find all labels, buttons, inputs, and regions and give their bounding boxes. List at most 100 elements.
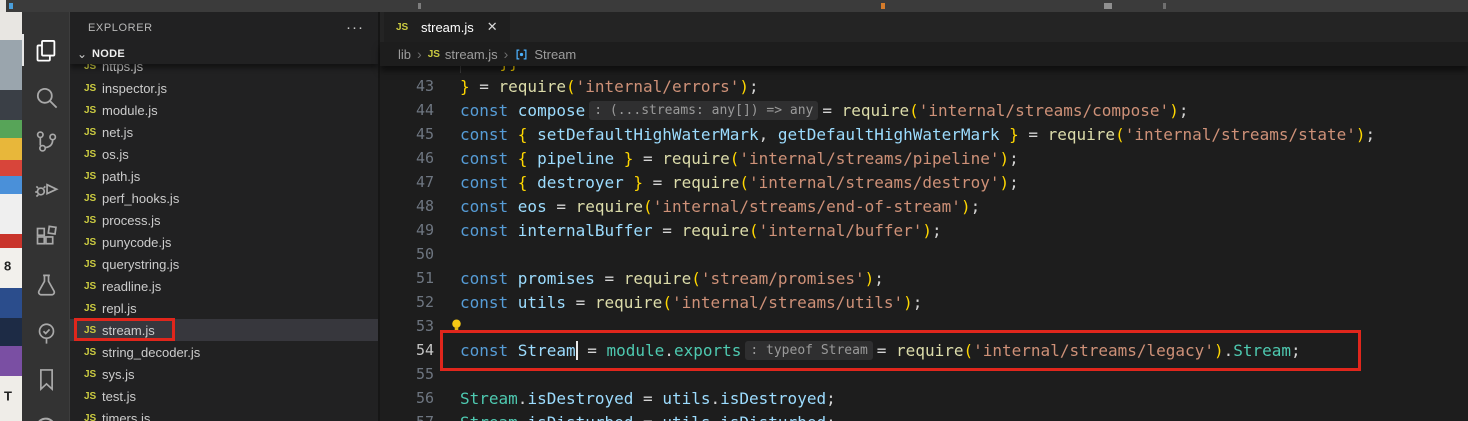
- editor-area: JS stream.js ✕ lib›JSstream.js›Stream }}…: [380, 12, 1468, 421]
- sidebar-item-sys-js[interactable]: JSsys.js: [70, 363, 378, 385]
- wallpaper-segment: [0, 12, 22, 40]
- sidebar-item-module-js[interactable]: JSmodule.js: [70, 99, 378, 121]
- code-token: 'internal/streams/destroy': [749, 173, 999, 192]
- wallpaper-segment: [0, 120, 22, 138]
- sidebar-item-inspector-js[interactable]: JSinspector.js: [70, 77, 378, 99]
- file-name: os.js: [102, 147, 129, 162]
- code-token: Stream: [460, 389, 518, 408]
- code-line-56[interactable]: 56Stream.isDestroyed = utils.isDestroyed…: [380, 386, 1468, 410]
- code-line-47[interactable]: 47const { destroyer } = require('interna…: [380, 170, 1468, 194]
- bookmarks-icon[interactable]: [22, 357, 70, 401]
- code-token: ): [903, 293, 913, 312]
- tab-stream-js[interactable]: JS stream.js ✕: [384, 12, 510, 42]
- sidebar-item-repl-js[interactable]: JSrepl.js: [70, 297, 378, 319]
- breadcrumb-item-lib[interactable]: lib: [398, 47, 411, 62]
- wallpaper-segment: [0, 40, 22, 90]
- file-name: test.js: [102, 389, 136, 404]
- code-token: require: [896, 341, 963, 360]
- code-line-55[interactable]: 55: [380, 362, 1468, 386]
- code-token: }: [624, 173, 643, 192]
- source-control-icon[interactable]: [22, 119, 70, 163]
- code-token: exports: [674, 341, 741, 360]
- code-token: (: [749, 221, 759, 240]
- sidebar-item-perf_hooks-js[interactable]: JSperf_hooks.js: [70, 187, 378, 209]
- code-line-52[interactable]: 52const utils = require('internal/stream…: [380, 290, 1468, 314]
- code-token: 'internal/streams/legacy': [973, 341, 1214, 360]
- sidebar-item-querystring-js[interactable]: JSquerystring.js: [70, 253, 378, 275]
- sidebar-item-test-js[interactable]: JStest.js: [70, 385, 378, 407]
- background-window-strip: [0, 0, 1468, 12]
- file-name: module.js: [102, 103, 158, 118]
- code-token: =: [633, 389, 662, 408]
- code-line-54[interactable]: 54const Stream = module.exports: typeof …: [380, 338, 1468, 362]
- code-token: ,: [759, 125, 778, 144]
- sidebar-item-punycode-js[interactable]: JSpunycode.js: [70, 231, 378, 253]
- code-line-50[interactable]: 50: [380, 242, 1468, 266]
- code-line-53[interactable]: 53: [380, 314, 1468, 338]
- more-actions-icon[interactable]: ···: [346, 23, 364, 33]
- code-line-48[interactable]: 48const eos = require('internal/streams/…: [380, 194, 1468, 218]
- run-debug-icon[interactable]: [22, 165, 70, 209]
- code-token: {: [518, 125, 537, 144]
- line-number: 46: [380, 149, 434, 167]
- sidebar-item-string_decoder-js[interactable]: JSstring_decoder.js: [70, 341, 378, 363]
- code-token: 'internal/streams/compose': [919, 101, 1169, 120]
- file-name: path.js: [102, 169, 140, 184]
- sidebar-item-process-js[interactable]: JSprocess.js: [70, 209, 378, 231]
- close-icon[interactable]: ✕: [487, 19, 498, 35]
- explorer-icon[interactable]: [22, 28, 70, 72]
- code-token: const: [460, 173, 518, 192]
- code-line-43[interactable]: 43} = require('internal/errors');: [380, 74, 1468, 98]
- code-area[interactable]: }} 43} = require('internal/errors');44con…: [380, 50, 1468, 421]
- folder-section-node[interactable]: ⌄ NODE: [70, 44, 378, 64]
- strip-marker: [9, 3, 13, 9]
- line-number: 49: [380, 221, 434, 239]
- file-name: querystring.js: [102, 257, 179, 272]
- code-line-49[interactable]: 49const internalBuffer = require('intern…: [380, 218, 1468, 242]
- sidebar-item-stream-js[interactable]: JSstream.js: [70, 319, 378, 341]
- code-token: 'internal/streams/pipeline': [739, 149, 999, 168]
- code-token: const: [460, 341, 518, 360]
- sidebar-item-os-js[interactable]: JSos.js: [70, 143, 378, 165]
- line-number: 56: [380, 389, 434, 407]
- code-line-46[interactable]: 46const { pipeline } = require('internal…: [380, 146, 1468, 170]
- code-text: const { destroyer } = require('internal/…: [434, 173, 1019, 192]
- code-line-57[interactable]: 57Stream.isDisturbed = utils.isDisturbed…: [380, 410, 1468, 421]
- code-text: } = require('internal/errors');: [434, 77, 759, 96]
- code-line-45[interactable]: 45const { setDefaultHighWaterMark, getDe…: [380, 122, 1468, 146]
- line-number: 53: [380, 317, 434, 335]
- code-line-51[interactable]: 51const promises = require('stream/promi…: [380, 266, 1468, 290]
- code-text: const eos = require('internal/streams/en…: [434, 197, 980, 216]
- code-token: require: [682, 221, 749, 240]
- extensions-icon[interactable]: [22, 215, 70, 259]
- symbol-class-icon: [514, 47, 529, 62]
- code-token: }: [614, 149, 633, 168]
- code-token: =: [822, 101, 841, 120]
- code-token: =: [547, 197, 576, 216]
- breadcrumb-item-stream[interactable]: Stream: [514, 47, 576, 62]
- search-icon[interactable]: [22, 75, 70, 119]
- sidebar-item-timers-js[interactable]: JStimers.js: [70, 407, 378, 421]
- sidebar-item-readline-js[interactable]: JSreadline.js: [70, 275, 378, 297]
- breadcrumb-item-stream-js[interactable]: JSstream.js: [428, 47, 498, 62]
- code-token: (: [730, 149, 740, 168]
- code-token: const: [460, 197, 518, 216]
- code-token: }: [999, 125, 1018, 144]
- circle-icon[interactable]: [22, 403, 70, 421]
- js-file-icon: JS: [84, 105, 102, 116]
- sidebar-item-net-js[interactable]: JSnet.js: [70, 121, 378, 143]
- code-text: const Stream = module.exports: typeof St…: [434, 341, 1301, 360]
- code-token: eos: [518, 197, 547, 216]
- code-line-44[interactable]: 44const compose: (...streams: any[]) => …: [380, 98, 1468, 122]
- wallpaper-segment: [0, 288, 22, 318]
- code-token: setDefaultHighWaterMark: [537, 125, 759, 144]
- code-token: ): [1356, 125, 1366, 144]
- testing-icon[interactable]: [22, 263, 70, 307]
- code-token: ;: [1291, 341, 1301, 360]
- sidebar-item-path-js[interactable]: JSpath.js: [70, 165, 378, 187]
- activity-bar: [22, 12, 70, 421]
- code-token: Stream: [1233, 341, 1291, 360]
- lightbulb-icon[interactable]: [448, 317, 465, 334]
- todo-tree-icon[interactable]: [22, 311, 70, 355]
- wallpaper-segment: [0, 160, 22, 176]
